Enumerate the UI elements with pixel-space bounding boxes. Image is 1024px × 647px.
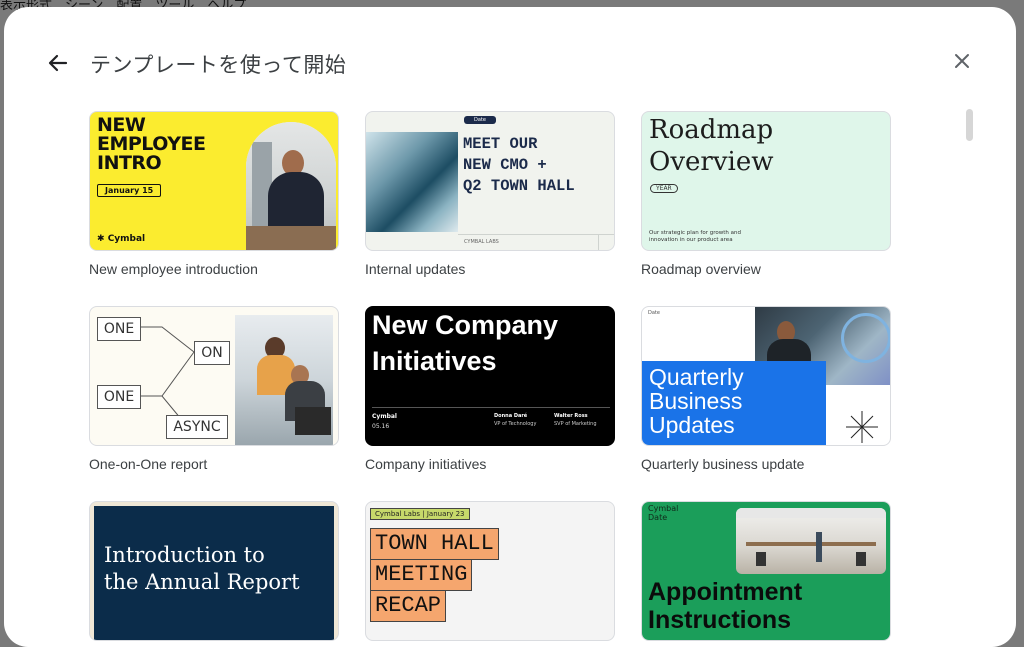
back-button[interactable]: [44, 49, 72, 77]
template-caption: New employee introduction: [89, 261, 258, 277]
thumb-tag: Date: [464, 116, 496, 124]
template-thumbnail[interactable]: Introduction to the Annual Report: [89, 501, 339, 641]
sparkle-icon: [846, 411, 878, 443]
photo-building: [366, 132, 458, 232]
thumb-line: TOWN HALL: [370, 528, 499, 560]
thumb-description: Our strategic plan for growth and innova…: [649, 230, 741, 243]
template-card-quarterly[interactable]: Date Quarterly Business Updates Quarterl…: [641, 306, 891, 472]
thumb-footer: CYMBAL LABS: [464, 239, 499, 245]
template-caption: Roadmap overview: [641, 261, 761, 277]
thumb-title: Quarterly Business Updates: [649, 364, 744, 438]
arrow-left-icon: [48, 54, 68, 72]
thumb-tag: Date: [648, 513, 668, 522]
template-thumbnail[interactable]: Roadmap Overview YEAR Our strategic plan…: [641, 111, 891, 251]
template-card-company-initiatives[interactable]: New Company Initiatives Cymbal 05.16 Don…: [365, 306, 615, 472]
thumb-line: RECAP: [370, 590, 447, 622]
photo-meeting: [235, 315, 333, 445]
person-role: VP of Technology: [494, 421, 537, 427]
template-card-new-employee[interactable]: NEW EMPLOYEE INTRO January 15 ✱ Cymbal N…: [89, 111, 339, 277]
thumb-title: NEW EMPLOYEE INTRO: [97, 114, 206, 174]
template-thumbnail[interactable]: New Company Initiatives Cymbal 05.16 Don…: [365, 306, 615, 446]
photo-person: [246, 122, 336, 250]
template-dialog: テンプレートを使って開始 NEW EMPLOYEE INTRO January …: [4, 7, 1016, 647]
thumb-title: Roadmap Overview: [649, 115, 774, 177]
diagram-box: ONE: [97, 385, 141, 409]
thumb-brand: Cymbal: [648, 504, 679, 513]
close-button[interactable]: [948, 47, 976, 75]
template-caption: Internal updates: [365, 261, 466, 277]
template-card-roadmap[interactable]: Roadmap Overview YEAR Our strategic plan…: [641, 111, 891, 277]
brand-label: Cymbal: [107, 234, 146, 244]
template-caption: Quarterly business update: [641, 456, 805, 472]
diagram-box: ASYNC: [166, 415, 228, 439]
thumb-title: MEET OUR NEW CMO + Q2 TOWN HALL: [463, 135, 575, 195]
thumb-date: 05.16: [372, 423, 390, 430]
diagram-box: ONE: [97, 317, 141, 341]
template-caption: One-on-One report: [89, 456, 208, 472]
template-caption: Company initiatives: [365, 456, 487, 472]
template-thumbnail[interactable]: Date Quarterly Business Updates: [641, 306, 891, 446]
photo-office: [736, 508, 886, 574]
person-name: Walter Ross: [554, 413, 588, 419]
template-card-internal-updates[interactable]: Date MEET OUR NEW CMO + Q2 TOWN HALL CYM…: [365, 111, 615, 277]
template-card-appointment[interactable]: Cymbal Date Appointment Instructions: [641, 501, 891, 641]
template-thumbnail[interactable]: Date MEET OUR NEW CMO + Q2 TOWN HALL CYM…: [365, 111, 615, 251]
template-card-annual-report[interactable]: Introduction to the Annual Report: [89, 501, 339, 641]
person-role: SVP of Marketing: [554, 421, 597, 427]
thumb-tag: Cymbal Labs | January 23: [370, 508, 470, 520]
thumb-line: MEETING: [370, 559, 473, 591]
thumb-brand: Cymbal: [372, 413, 397, 420]
template-thumbnail[interactable]: Cymbal Labs | January 23 TOWN HALL MEETI…: [365, 501, 615, 641]
template-card-one-on-one[interactable]: ONE ON ONE ASYNC One-on-One report: [89, 306, 339, 472]
dialog-title: テンプレートを使って開始: [90, 53, 347, 77]
template-card-town-hall[interactable]: Cymbal Labs | January 23 TOWN HALL MEETI…: [365, 501, 615, 641]
thumb-tag: Date: [648, 310, 660, 316]
thumb-date: January 15: [97, 184, 162, 197]
close-icon: [955, 54, 969, 68]
thumb-title: Introduction to the Annual Report: [104, 543, 300, 594]
thumb-brand: ✱ Cymbal: [97, 234, 146, 244]
template-thumbnail[interactable]: NEW EMPLOYEE INTRO January 15 ✱ Cymbal: [89, 111, 339, 251]
template-thumbnail[interactable]: ONE ON ONE ASYNC: [89, 306, 339, 446]
diagram-box: ON: [194, 341, 230, 365]
person-name: Donna Daré: [494, 413, 528, 419]
scrollbar-thumb[interactable]: [966, 109, 973, 141]
thumb-title: New Company Initiatives: [372, 310, 559, 376]
thumb-badge: YEAR: [650, 184, 678, 193]
template-thumbnail[interactable]: Cymbal Date Appointment Instructions: [641, 501, 891, 641]
thumb-title: Appointment Instructions: [648, 578, 803, 634]
